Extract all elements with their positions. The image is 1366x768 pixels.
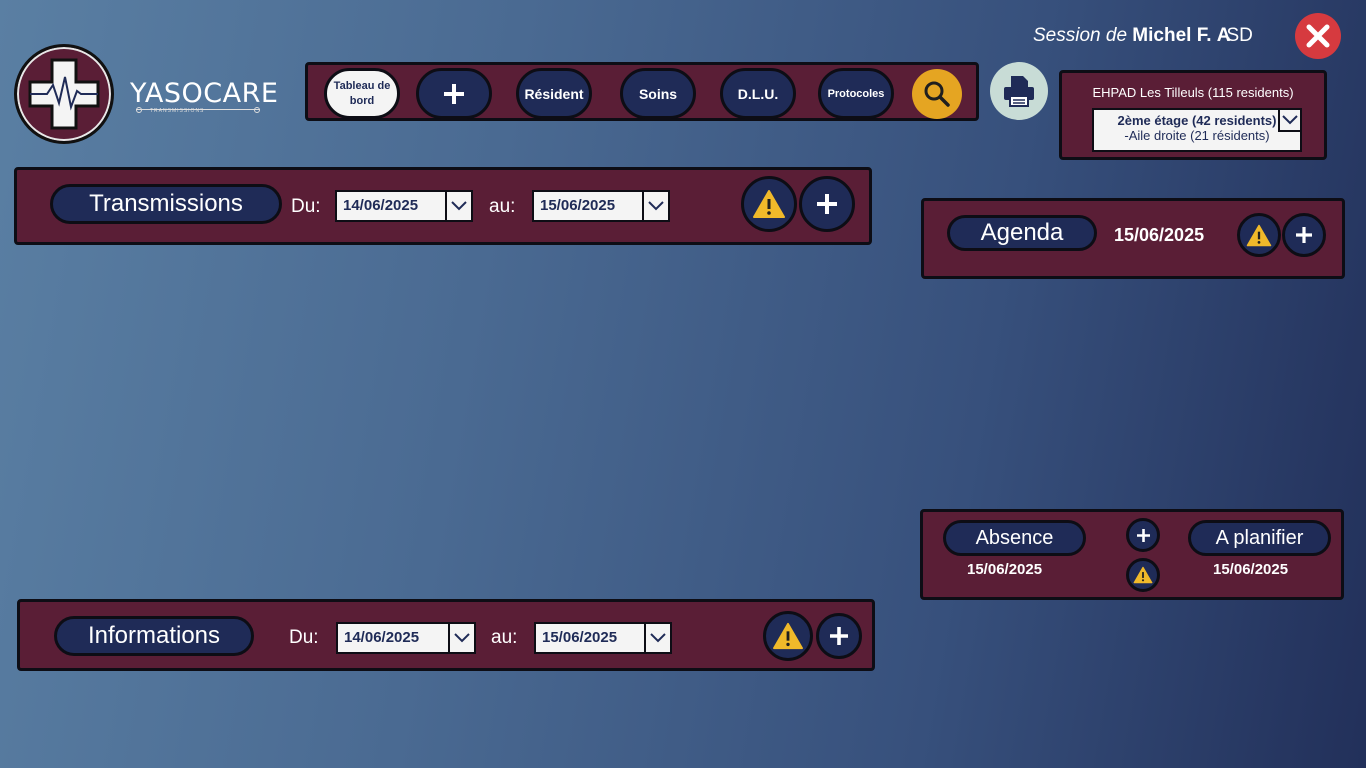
search-button[interactable] <box>912 69 962 119</box>
chevron-down-icon <box>451 201 467 211</box>
absence-title[interactable]: Absence <box>943 520 1086 556</box>
plus-icon <box>1296 227 1312 243</box>
brand-name: YASOCARE <box>130 78 279 109</box>
transmissions-from-select[interactable]: 14/06/2025 <box>335 190 473 222</box>
warning-icon <box>1246 224 1272 246</box>
plus-icon <box>830 627 848 645</box>
session-role-rest: SD <box>1226 25 1253 46</box>
search-icon <box>924 81 950 107</box>
informations-from-arrow[interactable] <box>448 624 474 652</box>
transmissions-title[interactable]: Transmissions <box>50 184 282 224</box>
informations-from-label: Du: <box>289 627 319 648</box>
informations-add-button[interactable] <box>816 613 862 659</box>
main-nav: Tableau de bord Résident Soins D.L.U. Pr… <box>305 62 979 121</box>
nav-soins-button[interactable]: Soins <box>620 68 696 119</box>
agenda-panel: Agenda 15/06/2025 <box>921 198 1345 279</box>
cross-logo-icon <box>28 58 100 130</box>
absence-add-button[interactable] <box>1126 518 1160 552</box>
informations-from-value: 14/06/2025 <box>344 629 420 646</box>
nav-resident-button[interactable]: Résident <box>516 68 592 119</box>
informations-panel: Informations Du: 14/06/2025 au: 15/06/20… <box>17 599 875 671</box>
plus-icon <box>444 83 464 104</box>
absence-date: 15/06/2025 <box>967 561 1043 578</box>
unit-select-arrow[interactable] <box>1278 108 1302 132</box>
chevron-down-icon <box>648 201 664 211</box>
agenda-title[interactable]: Agenda <box>947 215 1097 251</box>
planifier-date: 15/06/2025 <box>1213 561 1289 578</box>
informations-to-arrow[interactable] <box>644 624 670 652</box>
establishment-panel: EHPAD Les Tilleuls (115 residents) 2ème … <box>1059 70 1327 160</box>
plus-icon <box>817 194 837 214</box>
print-button[interactable] <box>990 62 1048 120</box>
planifier-title[interactable]: A planifier <box>1188 520 1331 556</box>
agenda-add-button[interactable] <box>1282 213 1326 257</box>
session-prefix: Session de <box>1033 25 1128 46</box>
transmissions-from-value: 14/06/2025 <box>343 197 419 214</box>
plus-icon <box>1136 528 1150 542</box>
absence-panel: Absence 15/06/2025 A planifier 15/06/202… <box>920 509 1344 600</box>
nav-add-button[interactable] <box>416 68 492 119</box>
warning-icon <box>1133 566 1153 584</box>
chevron-down-icon <box>1282 115 1298 125</box>
transmissions-to-arrow[interactable] <box>642 192 668 220</box>
informations-to-label: au: <box>491 627 518 648</box>
informations-title[interactable]: Informations <box>54 616 254 656</box>
printer-icon <box>1004 76 1034 107</box>
agenda-date: 15/06/2025 <box>1114 225 1205 245</box>
session-user: Michel F. <box>1132 25 1212 46</box>
chevron-down-icon <box>454 633 470 643</box>
warning-icon <box>753 190 785 218</box>
transmissions-to-value: 15/06/2025 <box>540 197 616 214</box>
nav-protocoles-button[interactable]: Protocoles <box>818 68 894 119</box>
unit-select[interactable]: 2ème étage (42 residents) -Aile droite (… <box>1092 108 1302 152</box>
close-icon <box>1306 24 1330 48</box>
transmissions-alert-button[interactable] <box>741 176 797 232</box>
unit-select-line2: -Aile droite (21 résidents) <box>1124 128 1270 143</box>
transmissions-to-select[interactable]: 15/06/2025 <box>532 190 670 222</box>
informations-alert-button[interactable] <box>763 611 813 661</box>
informations-to-select[interactable]: 15/06/2025 <box>534 622 672 654</box>
unit-select-line1: 2ème étage (42 residents) <box>1117 113 1277 128</box>
nav-dlu-button[interactable]: D.L.U. <box>720 68 796 119</box>
agenda-alert-button[interactable] <box>1237 213 1281 257</box>
session-info: Session de Michel F. ASD <box>1033 25 1253 47</box>
close-button[interactable] <box>1295 13 1341 59</box>
transmissions-panel: Transmissions Du: 14/06/2025 au: 15/06/2… <box>14 167 872 245</box>
transmissions-from-label: Du: <box>291 196 321 217</box>
informations-to-value: 15/06/2025 <box>542 629 618 646</box>
chevron-down-icon <box>650 633 666 643</box>
warning-icon <box>773 622 803 650</box>
app-logo <box>14 44 114 144</box>
transmissions-from-arrow[interactable] <box>445 192 471 220</box>
informations-from-select[interactable]: 14/06/2025 <box>336 622 476 654</box>
establishment-title: EHPAD Les Tilleuls (115 residents) <box>1092 85 1294 100</box>
transmissions-add-button[interactable] <box>799 176 855 232</box>
brand-subtitle: TRANSMISSIONS <box>150 108 205 114</box>
transmissions-to-label: au: <box>489 196 516 217</box>
absence-alert-button[interactable] <box>1126 558 1160 592</box>
nav-dashboard-button[interactable]: Tableau de bord <box>324 68 400 119</box>
